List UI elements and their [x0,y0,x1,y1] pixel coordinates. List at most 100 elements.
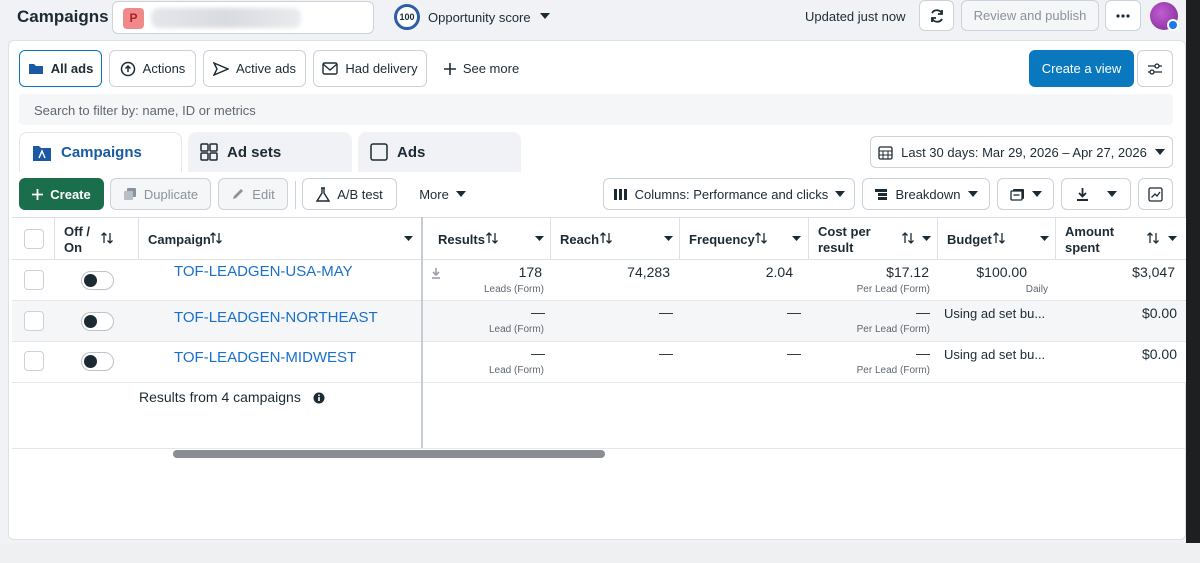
review-publish-button[interactable]: Review and publish [961,0,1099,31]
filter-active-ads[interactable]: Active ads [203,50,306,87]
header-cost-per-result[interactable]: Cost per result [809,218,938,260]
frozen-column-divider[interactable] [421,217,423,449]
header-campaign[interactable]: Campaign [139,218,421,260]
columns-dropdown[interactable]: Columns: Performance and clicks [603,178,855,210]
cost-value: — [916,345,930,361]
ellipsis-icon [1116,13,1130,18]
header-reach-label: Reach [560,232,600,247]
amount-spent-value: $3,047 [1132,264,1175,280]
sort-icon[interactable] [901,232,915,244]
tab-ad-sets[interactable]: Ad sets [188,132,352,172]
opportunity-score-label[interactable]: Opportunity score [428,10,531,25]
header-cost-line1: Cost per [818,224,871,239]
search-input[interactable]: Search to filter by: name, ID or metrics [19,94,1173,125]
horizontal-scrollbar[interactable] [173,450,605,458]
view-settings-button[interactable] [1137,50,1173,87]
sliders-icon [1147,62,1163,75]
folder-icon [28,62,44,75]
header-frequency[interactable]: Frequency [680,218,809,260]
trend-chart-icon [1148,186,1163,202]
duplicate-label: Duplicate [143,186,199,202]
header-off-on[interactable]: Off / On [55,218,139,260]
duplicate-button[interactable]: Duplicate [110,178,211,210]
header-reach[interactable]: Reach [551,218,680,260]
row-checkbox[interactable] [24,311,44,331]
caret-down-icon[interactable] [404,235,413,242]
sort-icon[interactable] [1146,232,1160,244]
filter-actions[interactable]: Actions [109,50,196,87]
campaign-folder-icon [32,144,52,162]
results-type: Lead (Form) [488,324,544,335]
more-dropdown[interactable]: More [405,178,480,210]
info-icon[interactable] [313,392,325,404]
filter-had-delivery[interactable]: Had delivery [313,50,427,87]
export-dropdown[interactable] [1061,178,1131,210]
caret-down-icon[interactable] [1168,235,1177,242]
tab-campaigns-label: Campaigns [61,144,142,161]
caret-down-icon[interactable] [922,235,931,242]
grid-icon [200,143,218,161]
caret-down-icon[interactable] [664,235,673,242]
results-summary: Results from 4 campaigns [139,389,325,405]
filter-all-ads[interactable]: All ads [19,50,102,87]
account-selector[interactable]: P [112,1,374,34]
sort-icon[interactable] [100,232,114,244]
date-range-label: Last 30 days: Mar 29, 2026 – Apr 27, 202… [901,144,1147,160]
edit-button[interactable]: Edit [218,178,288,210]
refresh-button[interactable] [919,0,954,31]
caret-down-icon [967,190,978,198]
campaign-name-link[interactable]: TOF-LEADGEN-MIDWEST [174,349,356,366]
calendar-icon [878,145,893,160]
caret-down-icon[interactable] [535,235,544,242]
budget-value: $100.00 [976,264,1027,280]
duplicate-icon [123,187,137,201]
table-row[interactable]: TOF-LEADGEN-NORTHEAST — Lead (Form) — — … [12,301,1186,342]
campaign-name-link[interactable]: TOF-LEADGEN-NORTHEAST [174,309,378,326]
pencil-icon [231,187,245,201]
row-checkbox[interactable] [24,270,44,290]
results-type: Leads (Form) [483,284,544,295]
sort-icon[interactable] [485,232,499,244]
header-off-on-line1: Off / [64,224,90,239]
campaign-toggle[interactable] [81,352,114,371]
tab-campaigns[interactable]: Campaigns [19,132,182,172]
filter-actions-label: Actions [142,61,186,76]
create-view-button[interactable]: Create a view [1029,50,1134,87]
budget-type: Daily [1025,284,1048,295]
reach-value: — [659,345,673,361]
sort-icon[interactable] [599,232,613,244]
campaign-toggle[interactable] [81,271,114,290]
sort-icon[interactable] [754,232,768,244]
opportunity-score-ring[interactable]: 100 [394,4,420,30]
tab-ads[interactable]: Ads [358,132,521,172]
campaign-name-link[interactable]: TOF-LEADGEN-USA-MAY [174,263,353,280]
plus-icon [443,62,456,75]
create-button[interactable]: Create [19,178,104,210]
header-budget[interactable]: Budget [938,218,1056,260]
reports-dropdown[interactable] [997,178,1054,210]
see-more-button[interactable]: See more [434,50,529,87]
header-results[interactable]: Results [423,218,551,260]
row-checkbox[interactable] [24,351,44,371]
updated-status: Updated just now [805,9,906,24]
frequency-value: — [787,304,801,320]
campaign-toggle[interactable] [81,312,114,331]
more-options-button[interactable] [1105,0,1141,31]
cost-value: $17.12 [886,264,929,280]
table-row[interactable]: TOF-LEADGEN-MIDWEST — Lead (Form) — — — … [12,342,1186,383]
caret-down-icon[interactable] [1040,235,1049,242]
ab-test-button[interactable]: A/B test [302,178,397,210]
actions-icon [120,61,136,77]
chart-view-button[interactable] [1138,178,1173,210]
header-budget-label: Budget [947,232,992,247]
window-edge [1186,0,1200,543]
caret-down-icon[interactable] [792,235,801,242]
table-row[interactable]: TOF-LEADGEN-USA-MAY 178 Leads (Form) 74,… [12,260,1186,301]
header-amount-spent[interactable]: Amount spent [1056,218,1186,260]
sort-icon[interactable] [209,232,223,244]
date-range-picker[interactable]: Last 30 days: Mar 29, 2026 – Apr 27, 202… [870,136,1173,168]
breakdown-dropdown[interactable]: Breakdown [862,178,990,210]
sort-icon[interactable] [992,232,1006,244]
caret-down-icon[interactable] [540,12,550,20]
select-all-checkbox[interactable] [24,229,44,249]
